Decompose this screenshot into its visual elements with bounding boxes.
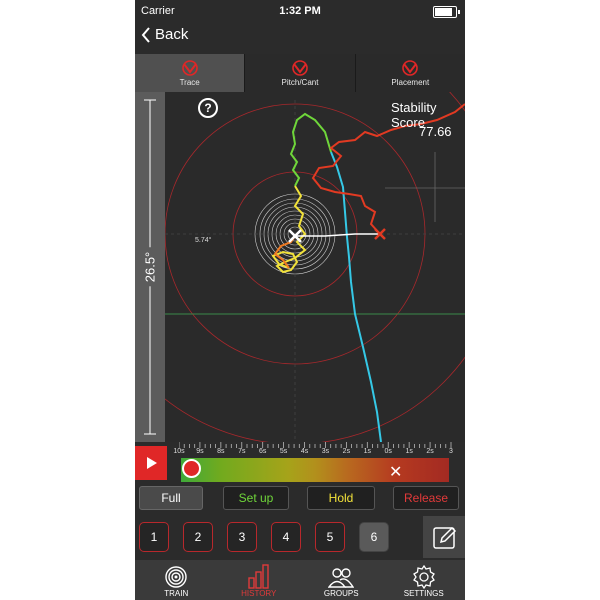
tab-label: Pitch/Cant xyxy=(281,77,319,87)
mantis-logo-icon xyxy=(292,59,308,76)
timeline-tick-label: 2s xyxy=(342,448,351,455)
phase-label: Set up xyxy=(238,491,274,505)
history-bars-icon xyxy=(248,564,269,589)
timeline-tick-label: 10s xyxy=(173,448,185,455)
play-button[interactable] xyxy=(135,446,167,480)
mode-tabs: Trace Pitch/Cant Placement xyxy=(135,54,465,92)
small-angle-label: 5.74° xyxy=(195,237,212,244)
phase-release-button[interactable]: Release xyxy=(393,486,459,510)
nav-label: HISTORY xyxy=(241,589,277,598)
timeline-tick-label: 1s xyxy=(405,448,413,455)
tab-placement[interactable]: Placement xyxy=(356,54,465,92)
timeline-tick-label: 8s xyxy=(217,448,225,455)
tab-label: Placement xyxy=(391,77,430,87)
timeline-tick-label: 4s xyxy=(300,448,309,455)
shot-button-2[interactable]: 2 xyxy=(183,522,213,552)
phase-label: Hold xyxy=(328,491,354,505)
tab-trace[interactable]: Trace xyxy=(135,54,246,92)
shot-number: 4 xyxy=(282,530,290,544)
nav-label: SETTINGS xyxy=(403,589,444,598)
shot-button-4[interactable]: 4 xyxy=(271,522,301,552)
target-icon xyxy=(165,566,187,588)
timeline-ticks: 10s 9s 8s 7s 6s 5s 4s 3s 2s 1s 0s 1s 2s 3 xyxy=(173,442,459,458)
tab-pitch-cant[interactable]: Pitch/Cant xyxy=(245,54,356,92)
timeline-tick-label: 9s xyxy=(196,448,204,455)
timeline-tick-label: 7s xyxy=(238,448,246,455)
timeline-tick-label: 1s xyxy=(363,448,371,455)
edit-pencil-icon xyxy=(433,526,457,549)
nav-bar: Back xyxy=(135,22,465,54)
trace-plot: ? Stability Score 77.66 5.74° 0° xyxy=(135,23,465,525)
shot-number: 2 xyxy=(194,530,202,544)
phase-selector: Full Set up Hold Release xyxy=(135,486,465,514)
timeline: 10s 9s 8s 7s 6s 5s 4s 3s 2s 1s 0s 1s 2s 3 ✕ xyxy=(135,442,465,486)
timeline-tick-label: 2s xyxy=(426,448,434,455)
timeline-tick-label: 3s xyxy=(321,448,330,455)
shot-number: 6 xyxy=(370,530,378,544)
shot-selector: 1 2 3 4 5 6 xyxy=(135,516,465,558)
shot-button-6[interactable]: 6 xyxy=(359,522,389,552)
shot-number: 5 xyxy=(326,530,334,544)
timeline-position-marker[interactable] xyxy=(182,459,201,478)
edit-button[interactable] xyxy=(423,516,465,558)
nav-label: TRAIN xyxy=(164,589,189,598)
battery-icon xyxy=(433,6,460,18)
phone-screen: Carrier 1:32 PM Back Trace Pitch/Cant Pl… xyxy=(135,0,465,600)
phase-setup-button[interactable]: Set up xyxy=(223,486,289,510)
nav-groups[interactable]: GROUPS xyxy=(300,560,383,600)
stability-score-value: 77.66 xyxy=(419,124,452,139)
shot-button-5[interactable]: 5 xyxy=(315,522,345,552)
help-button[interactable]: ? xyxy=(198,98,218,118)
nav-settings[interactable]: SETTINGS xyxy=(383,560,466,600)
shot-button-1[interactable]: 1 xyxy=(139,522,169,552)
chevron-left-icon xyxy=(141,26,150,43)
phase-label: Full xyxy=(161,491,181,505)
phase-label: Release xyxy=(403,491,449,505)
timeline-tick-label: 6s xyxy=(258,448,267,455)
shot-number: 1 xyxy=(150,530,158,544)
status-bar: Carrier 1:32 PM xyxy=(135,0,465,22)
outer-rings xyxy=(135,23,465,525)
nav-label: GROUPS xyxy=(323,589,359,598)
groups-icon xyxy=(328,568,355,588)
timeline-tick-label: 3 xyxy=(449,448,453,455)
back-button[interactable]: Back xyxy=(141,26,188,43)
shot-time-marker: ✕ xyxy=(389,464,403,481)
nav-train[interactable]: TRAIN xyxy=(135,560,218,600)
timeline-tick-label: 0s xyxy=(384,448,392,455)
angle-scale: 26.5° xyxy=(135,92,165,442)
nav-history[interactable]: HISTORY xyxy=(218,560,301,600)
shot-button-3[interactable]: 3 xyxy=(227,522,257,552)
trace-yellow xyxy=(271,185,307,274)
trace-white xyxy=(295,233,380,237)
timeline-scrubber[interactable] xyxy=(181,458,449,482)
trace-green xyxy=(289,112,332,187)
bottom-nav: TRAIN HISTORY GROUPS SETTINGS xyxy=(135,560,465,600)
timeline-tick-label: 5s xyxy=(279,448,288,455)
mantis-logo-icon xyxy=(402,59,419,76)
gear-icon xyxy=(412,565,435,589)
back-label: Back xyxy=(155,26,189,43)
shot-number: 3 xyxy=(238,530,246,544)
status-time: 1:32 PM xyxy=(279,5,321,17)
phase-hold-button[interactable]: Hold xyxy=(307,486,375,510)
phase-full-button[interactable]: Full xyxy=(139,486,203,510)
battery-level xyxy=(435,8,453,16)
trace-canvas xyxy=(135,23,465,525)
tab-label: Trace xyxy=(179,77,200,87)
mantis-logo-icon xyxy=(181,59,198,76)
angle-label: 26.5° xyxy=(142,247,158,287)
